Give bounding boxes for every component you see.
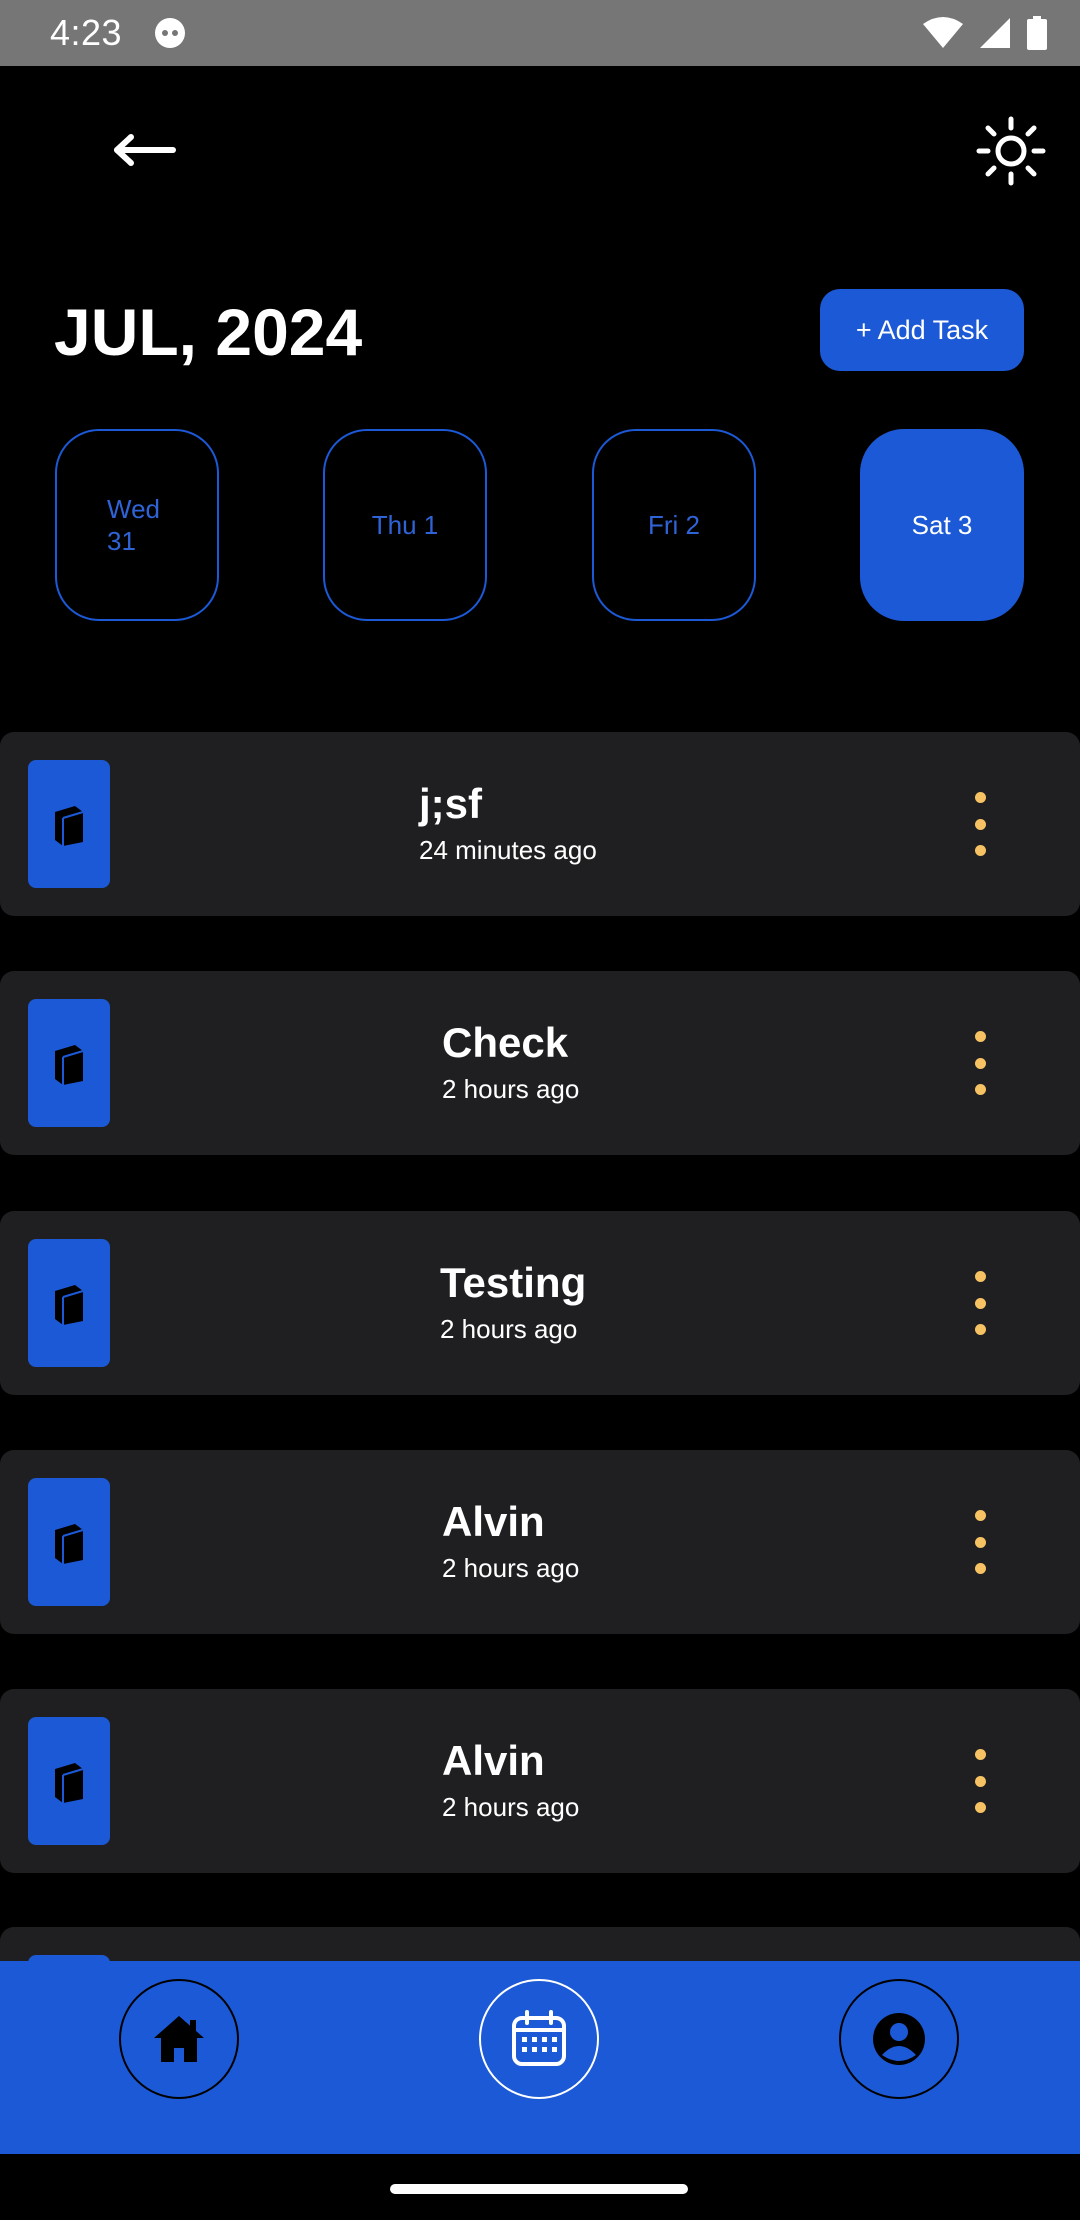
task-icon-box	[28, 1717, 110, 1845]
date-chip-fri-2[interactable]: Fri 2	[592, 429, 756, 621]
calendar-icon	[512, 2010, 566, 2066]
task-icon-box	[28, 999, 110, 1127]
nav-home-button[interactable]	[119, 1979, 239, 2099]
task-time: 2 hours ago	[442, 1074, 580, 1104]
gesture-area	[0, 2154, 1080, 2220]
task-time: 24 minutes ago	[419, 835, 597, 865]
task-text: Alvin 2 hours ago	[442, 1498, 579, 1586]
status-icons	[922, 14, 1048, 52]
task-time: 2 hours ago	[442, 1792, 580, 1822]
task-text: j;sf 24 minutes ago	[419, 780, 597, 868]
more-options-icon[interactable]	[956, 792, 1004, 856]
book-icon	[55, 1524, 84, 1564]
profile-icon	[873, 2013, 925, 2065]
bottom-nav	[0, 1961, 1080, 2154]
more-options-icon[interactable]	[956, 1271, 1004, 1335]
home-icon	[154, 2016, 204, 2062]
task-text: Testing 2 hours ago	[440, 1259, 586, 1347]
arrow-left-icon	[114, 134, 176, 166]
task-card[interactable]: Testing 2 hours ago	[0, 1211, 1080, 1395]
status-time: 4:23	[50, 12, 123, 53]
nav-calendar-button[interactable]	[479, 1979, 599, 2099]
more-options-icon[interactable]	[956, 1031, 1004, 1095]
book-icon	[55, 1285, 84, 1325]
task-icon-box	[28, 1239, 110, 1367]
task-time: 2 hours ago	[440, 1314, 578, 1344]
theme-toggle-button[interactable]	[970, 110, 1052, 192]
month-title: JUL, 2024	[54, 295, 363, 369]
date-chip-thu-1[interactable]: Thu 1	[323, 429, 487, 621]
nav-profile-button[interactable]	[839, 1979, 959, 2099]
task-title: Check	[442, 1019, 569, 1066]
screen: 4:23 JUL, 2024 + Add Task Wed 31 Thu 1 F…	[0, 0, 1080, 2220]
book-icon	[55, 806, 84, 846]
home-gesture-bar[interactable]	[390, 2184, 688, 2194]
task-title: Testing	[440, 1259, 587, 1306]
cell-signal-icon	[980, 18, 1010, 48]
more-options-icon[interactable]	[956, 1510, 1004, 1574]
add-task-button[interactable]: + Add Task	[820, 289, 1024, 371]
book-icon	[55, 1045, 84, 1085]
task-text: Alvin 2 hours ago	[442, 1737, 579, 1825]
task-title: Alvin	[442, 1737, 545, 1784]
battery-icon	[1027, 16, 1047, 50]
date-chip-wed-31[interactable]: Wed 31	[55, 429, 219, 621]
task-card[interactable]: Alvin 2 hours ago	[0, 1689, 1080, 1873]
status-bar: 4:23	[0, 0, 1080, 66]
task-icon-box	[28, 1478, 110, 1606]
back-button[interactable]	[100, 120, 190, 180]
task-card[interactable]: Check 2 hours ago	[0, 971, 1080, 1155]
task-title: j;sf	[419, 780, 482, 827]
app-notification-icon	[155, 18, 185, 48]
task-text: Check 2 hours ago	[442, 1019, 579, 1107]
sun-icon	[976, 116, 1046, 186]
date-chip-sat-3[interactable]: Sat 3	[860, 429, 1024, 621]
more-options-icon[interactable]	[956, 1749, 1004, 1813]
wifi-icon	[923, 17, 963, 48]
task-icon-box	[28, 760, 110, 888]
task-title: Alvin	[442, 1498, 545, 1545]
task-time: 2 hours ago	[442, 1553, 580, 1583]
book-icon	[55, 1763, 84, 1803]
task-card[interactable]: j;sf 24 minutes ago	[0, 732, 1080, 916]
task-card[interactable]: Alvin 2 hours ago	[0, 1450, 1080, 1634]
